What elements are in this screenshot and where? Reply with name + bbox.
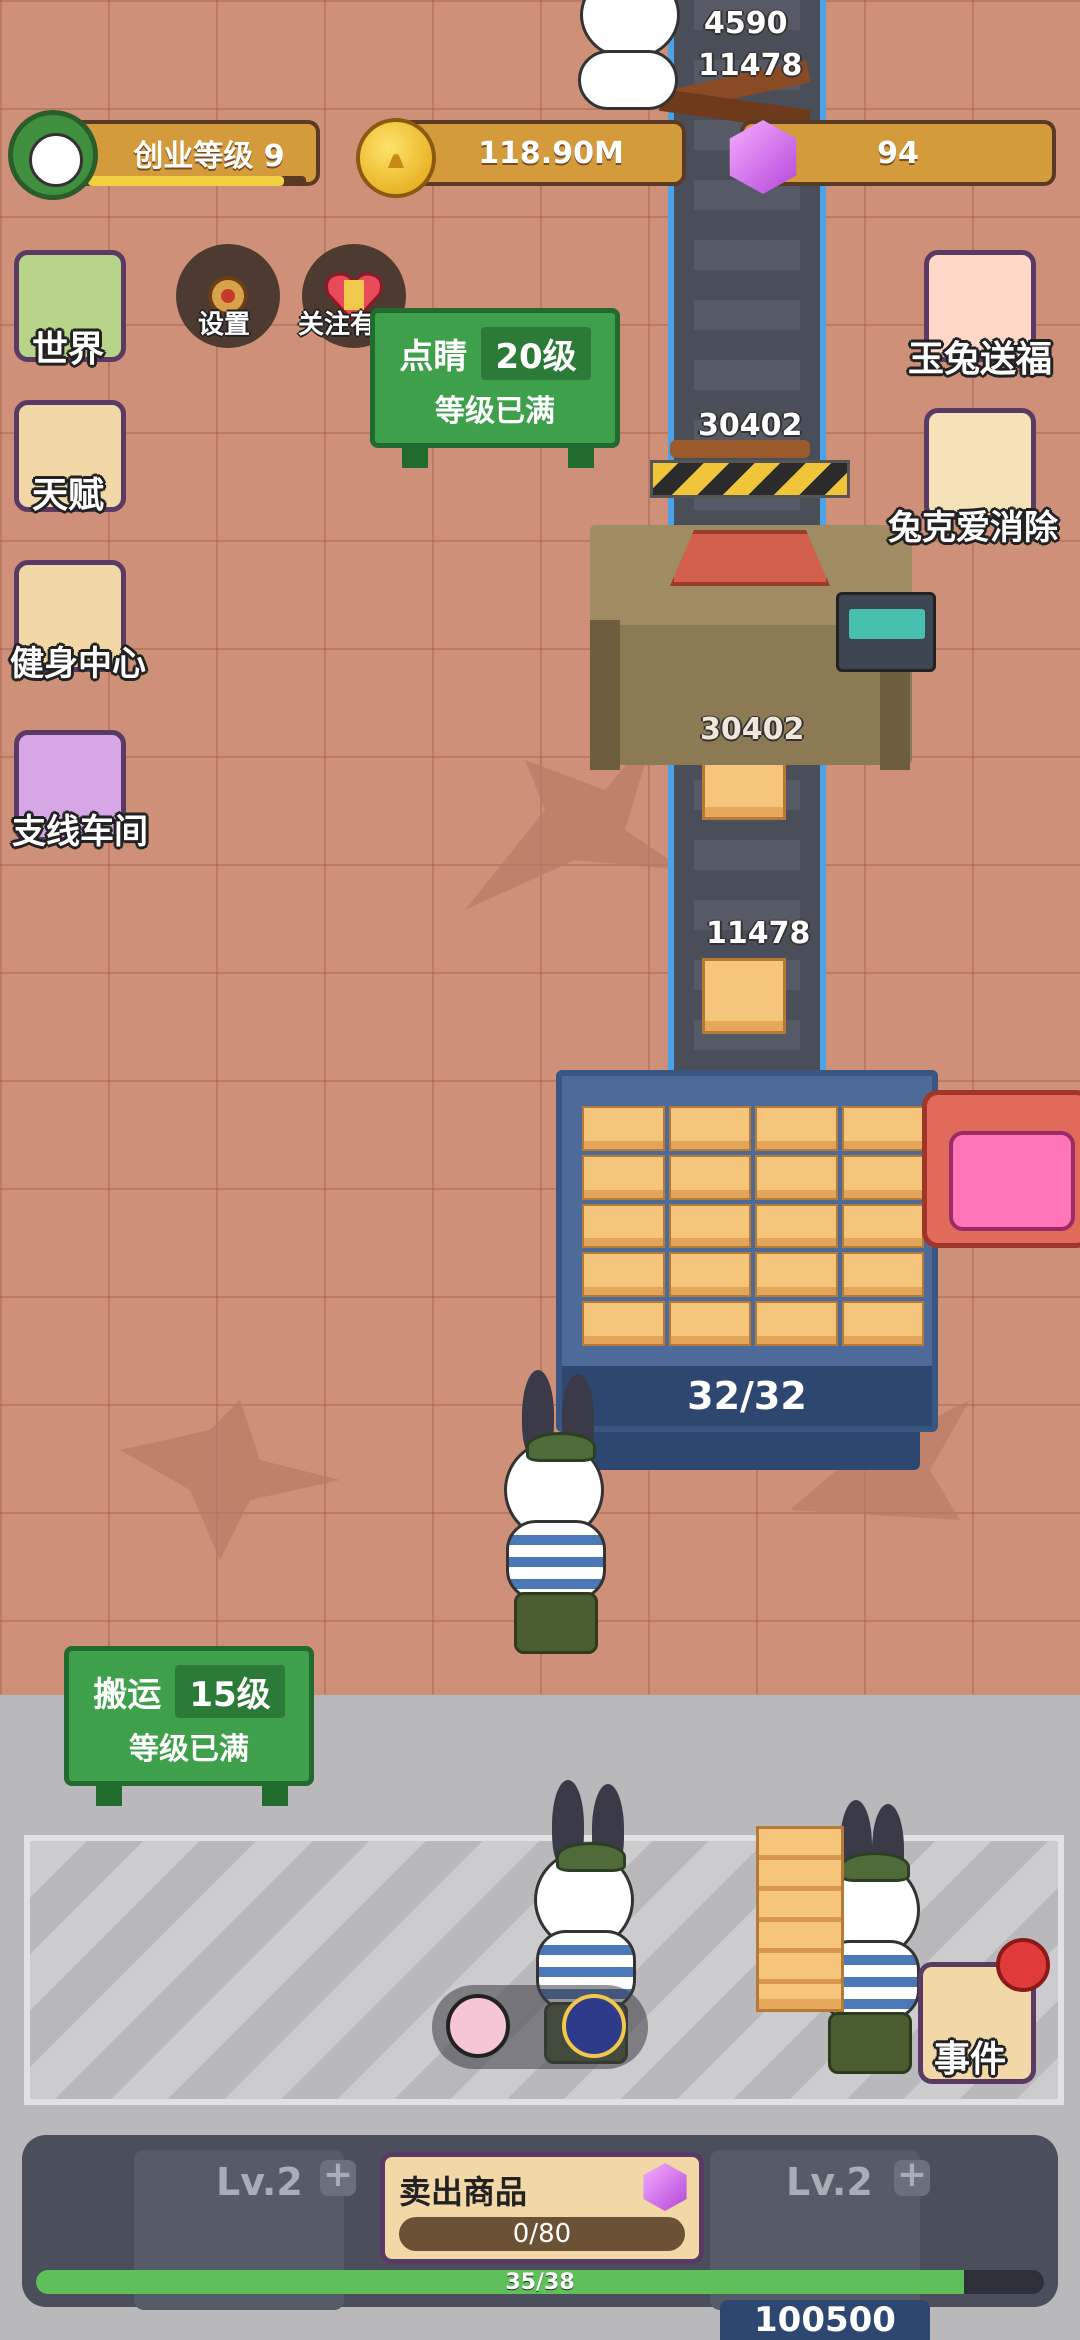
business-level-progress-fill	[88, 176, 285, 186]
belt-box-count: 11478	[706, 916, 811, 951]
coin-icon	[356, 118, 436, 198]
gem-chest-button[interactable]	[922, 1090, 1080, 1248]
branch-workshop-button[interactable]: 支线车间	[6, 730, 148, 852]
belt-count-top-b: 11478	[698, 48, 803, 83]
talent-button[interactable]: 天赋	[6, 400, 126, 520]
upgrade-station-sign[interactable]: 点睛 20级 等级已满	[370, 308, 620, 448]
event-label: 事件	[934, 2039, 1007, 2080]
business-level-progress	[88, 176, 306, 186]
machine-leg-left	[590, 620, 620, 770]
machine-input-count: 30402	[698, 408, 803, 443]
storage-box-grid	[582, 1106, 924, 1346]
machine-output-count: 30402	[700, 712, 805, 747]
sign-leg	[96, 1784, 122, 1806]
floor-crack-decoration-2	[120, 1400, 340, 1560]
carry-station-name: 搬运	[93, 1675, 162, 1715]
talent-label: 天赋	[32, 475, 105, 516]
upgrade-station-level: 20级	[481, 327, 591, 380]
gym-button[interactable]: 健身中心	[6, 560, 146, 684]
experience-text: 35/38	[505, 2270, 575, 2294]
settings-label: 设置	[198, 310, 251, 340]
upgrade-station-status: 等级已满	[435, 394, 555, 429]
sign-leg	[262, 1784, 288, 1806]
world-button[interactable]: 世界	[6, 250, 126, 370]
branch-workshop-label: 支线车间	[12, 812, 148, 852]
slot-right-level: Lv.2	[786, 2160, 873, 2204]
carry-station-level: 15级	[175, 1665, 285, 1718]
sell-goods-card[interactable]: 卖出商品 0/80	[380, 2152, 704, 2264]
carried-box-stack	[756, 1826, 844, 2012]
wood-resource-icon	[562, 1994, 626, 2058]
bottom-coin-counter: 100500	[720, 2300, 930, 2340]
carry-station-sign[interactable]: 搬运 15级 等级已满	[64, 1646, 314, 1786]
upgrade-station-name: 点睛	[399, 337, 468, 377]
sell-goods-progress: 0/80	[399, 2217, 685, 2251]
belt-count-top-a: 4590	[704, 6, 788, 41]
jade-rabbit-label: 玉兔送福	[908, 339, 1053, 380]
sign-leg	[568, 446, 594, 468]
gem-icon	[643, 2163, 687, 2211]
coin-balance: 118.90M	[478, 135, 624, 171]
gem-balance: 94	[877, 135, 919, 171]
belt-box-lower	[702, 958, 786, 1034]
business-level-label: 创业等级 9	[133, 139, 285, 174]
sign-leg	[402, 446, 428, 468]
drink-cup-icon	[446, 1994, 510, 2058]
carry-station-status: 等级已满	[129, 1732, 249, 1767]
sell-goods-title: 卖出商品	[399, 2173, 528, 2211]
hazard-stripe	[650, 460, 850, 498]
plus-icon: +	[894, 2157, 930, 2196]
world-label: 世界	[32, 329, 105, 370]
press-head	[670, 530, 830, 586]
match-game-label: 兔克爱消除	[888, 508, 1058, 548]
worker-rabbit-middle	[470, 1370, 640, 1670]
player-avatar[interactable]	[8, 110, 98, 200]
control-panel-icon	[836, 592, 936, 672]
slot-left-level: Lv.2	[216, 2160, 303, 2204]
experience-bar: 35/38	[36, 2270, 1044, 2294]
plus-icon: +	[320, 2157, 356, 2196]
bottom-coin-value: 100500	[754, 2300, 896, 2340]
gym-label: 健身中心	[10, 644, 146, 684]
notification-dot	[996, 1938, 1050, 1992]
